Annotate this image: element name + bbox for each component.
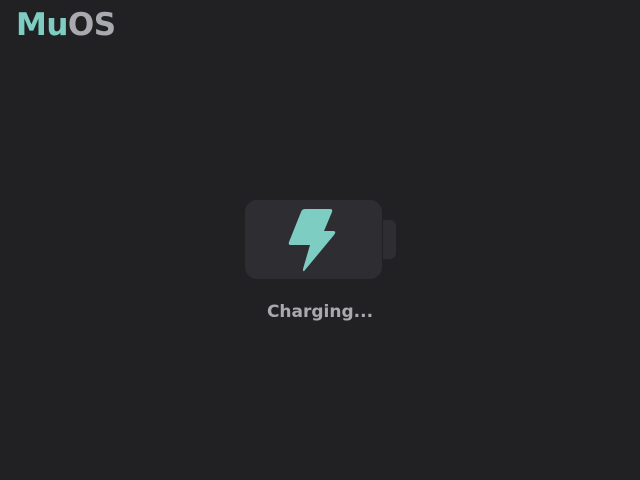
logo-mu-text: Mu: [16, 7, 68, 43]
battery-terminal: [383, 220, 396, 259]
charging-screen: MuOS Charging...: [0, 0, 640, 480]
logo-os-text: OS: [67, 7, 116, 43]
lightning-bolt-icon: [288, 209, 336, 272]
charging-status-text: Charging...: [266, 302, 374, 322]
app-logo: MuOS: [16, 6, 116, 44]
